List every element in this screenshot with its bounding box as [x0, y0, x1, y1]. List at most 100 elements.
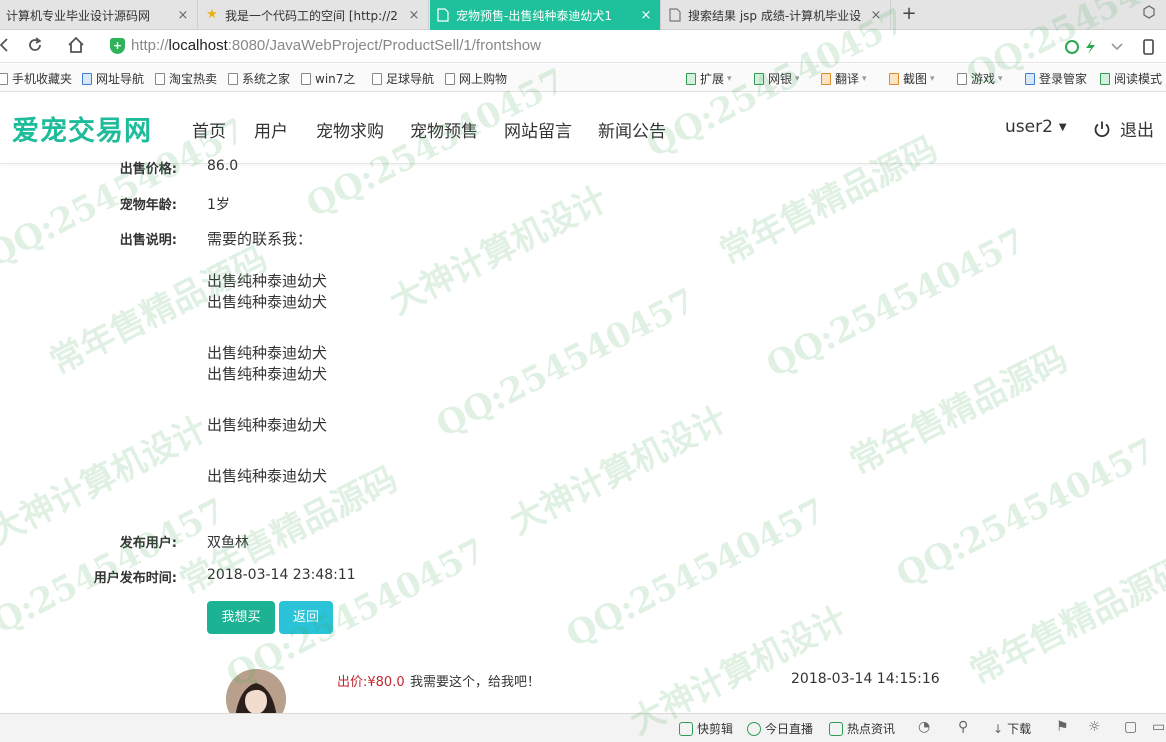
nav-pet-presale[interactable]: 宠物预售 [410, 117, 478, 142]
tab-title: 搜索结果 jsp 成绩-计算机毕业设 [688, 8, 862, 23]
toolbar-reading-mode[interactable]: 阅读模式 [1100, 70, 1162, 87]
site-logo[interactable]: 爱宠交易网 [12, 109, 152, 148]
want-to-buy-button[interactable]: 我想买 [207, 601, 275, 634]
bookmark-item[interactable]: win7之 [301, 70, 355, 87]
nav-users[interactable]: 用户 [254, 117, 288, 142]
page-icon [445, 72, 455, 85]
tab-title: 宠物预售-出售纯种泰迪幼犬1 [456, 8, 612, 23]
toolbar-screenshot[interactable]: 截图 ▾ [889, 70, 935, 87]
url-host: localhost [168, 37, 228, 54]
description-line: 出售纯种泰迪幼犬 [207, 344, 328, 362]
description-line: 出售纯种泰迪幼犬 [207, 272, 328, 290]
bookmark-item[interactable]: 淘宝热卖 [155, 70, 217, 87]
description-line: 出售纯种泰迪幼犬 [207, 467, 328, 485]
publisher-label: 发布用户: [119, 536, 177, 551]
toolbar-bank[interactable]: 网银 ▾ [754, 70, 800, 87]
browser-tab[interactable]: 搜索结果 jsp 成绩-计算机毕业设 × [662, 0, 891, 30]
price-value: 86.0 [207, 158, 239, 174]
watermark-text: 常年售精品源码 [963, 549, 1166, 693]
browser-tab[interactable]: ★ 我是一个代码工的空间 [http://2 × [199, 0, 429, 30]
window-icon[interactable]: ▢ [1124, 719, 1137, 735]
browser-tab[interactable]: 计算机专业毕业设计源码网 × [0, 0, 198, 30]
scissors-icon [889, 72, 899, 85]
bookmark-item[interactable]: 网上购物 [445, 70, 507, 87]
home-icon[interactable] [65, 35, 87, 57]
nav-home[interactable]: 首页 [192, 117, 226, 142]
description-line: 需要的联系我： [207, 230, 313, 248]
bookmarks-bar: 手机收藏夹 网址导航 淘宝热卖 系统之家 win7之 足球导航 网上购物 扩展 ▾… [0, 64, 1166, 92]
news-icon [829, 721, 843, 736]
age-label: 宠物年龄: [119, 198, 177, 213]
toolbar-games[interactable]: 游戏 ▾ [957, 70, 1003, 87]
tab-close-icon[interactable]: × [175, 8, 191, 23]
tab-close-icon[interactable]: × [406, 8, 422, 23]
watermark-text: 大神计算机设计 [0, 409, 214, 553]
nav-pet-wanted[interactable]: 宠物求购 [316, 117, 384, 142]
tab-close-icon[interactable]: × [638, 8, 654, 23]
page-icon [372, 72, 382, 85]
flag-icon[interactable]: ⚑ [1056, 719, 1069, 735]
page-icon [155, 72, 165, 85]
watermark-text: QQ:254540457 [890, 430, 1162, 596]
tab-close-icon[interactable]: × [868, 8, 884, 23]
browser-tab-active[interactable]: 宠物预售-出售纯种泰迪幼犬1 × [430, 0, 661, 30]
chevron-down-icon: ▾ [930, 73, 935, 84]
tab-title: 计算机专业毕业设计源码网 [6, 8, 151, 23]
extensions-icon [686, 72, 696, 85]
speed-icon[interactable]: ◔ [918, 719, 930, 735]
user-dropdown[interactable]: user2 ▼ [1005, 117, 1067, 137]
bid-price: 出价:¥80.0 [337, 675, 405, 690]
toolbar-login-manager[interactable]: 登录管家 [1025, 70, 1087, 87]
new-tab-button[interactable]: + [898, 3, 920, 27]
pin-icon[interactable]: ⚲ [958, 719, 968, 735]
username: user2 [1005, 117, 1053, 137]
tab-menu-icon[interactable] [1142, 5, 1156, 23]
bookmark-item[interactable]: 网址导航 [82, 70, 144, 87]
status-quick-edit[interactable]: 快剪辑 [679, 720, 733, 737]
toolbar-extension[interactable]: 扩展 ▾ [686, 70, 732, 87]
bid-message: 我需要这个，给我吧！ [410, 675, 541, 690]
nav-news[interactable]: 新闻公告 [598, 117, 666, 142]
power-icon [1094, 121, 1110, 137]
status-live[interactable]: 今日直播 [747, 720, 813, 737]
browser-tab-strip: 计算机专业毕业设计源码网 × ★ 我是一个代码工的空间 [http://2 × … [0, 0, 1166, 30]
watermark-text: QQ:254540457 [560, 490, 832, 656]
download-icon: ↓ [993, 721, 1004, 736]
logout-label: 退出 [1120, 121, 1154, 141]
description-line: 出售纯种泰迪幼犬 [207, 293, 328, 311]
phone-icon [1143, 39, 1154, 55]
toolbar-translate[interactable]: 翻译 ▾ [821, 70, 867, 87]
back-button[interactable]: 返回 [279, 601, 333, 634]
address-bar-actions [1064, 38, 1154, 60]
status-download[interactable]: ↓ 下载 [993, 720, 1031, 737]
lightning-icon [1086, 40, 1095, 54]
play-icon [747, 721, 761, 736]
page-icon [668, 8, 682, 22]
recycle-icon [1065, 40, 1079, 54]
nav-messages[interactable]: 网站留言 [504, 117, 572, 142]
chevron-down-icon: ▾ [795, 73, 800, 84]
watermark-text: 大神计算机设计 [503, 399, 734, 543]
bookmark-item[interactable]: 足球导航 [372, 70, 434, 87]
book-icon [1100, 72, 1110, 85]
status-hot-news[interactable]: 热点资讯 [829, 720, 895, 737]
caret-down-icon: ▼ [1058, 122, 1067, 133]
web-icon [82, 72, 92, 85]
trash-icon[interactable]: ▭ [1152, 719, 1165, 735]
watermark-text: 大神计算机设计 [383, 179, 614, 323]
video-edit-icon [679, 721, 693, 736]
star-icon: ★ [206, 7, 218, 22]
security-shield-icon[interactable]: + [110, 38, 125, 54]
bid-time: 2018-03-14 14:15:16 [791, 671, 940, 687]
watermark-text: 常年售精品源码 [843, 339, 1074, 483]
description-line: 出售纯种泰迪幼犬 [207, 416, 328, 434]
address-bar-url[interactable]: http://localhost:8080/JavaWebProject/Pro… [131, 37, 541, 54]
bookmark-item[interactable]: 手机收藏夹 [0, 70, 72, 87]
bookmark-item[interactable]: 系统之家 [228, 70, 290, 87]
logout-button[interactable]: 退出 [1093, 116, 1154, 141]
browser-status-bar: 快剪辑 今日直播 热点资讯 ◔ ⚲ ↓ 下载 ⚑ ☼ ▢ ▭ [0, 713, 1166, 742]
reload-icon[interactable] [24, 35, 46, 57]
settings-icon[interactable]: ☼ [1088, 719, 1101, 735]
back-arrow-icon[interactable] [0, 35, 16, 57]
description-label: 出售说明: [119, 233, 177, 248]
